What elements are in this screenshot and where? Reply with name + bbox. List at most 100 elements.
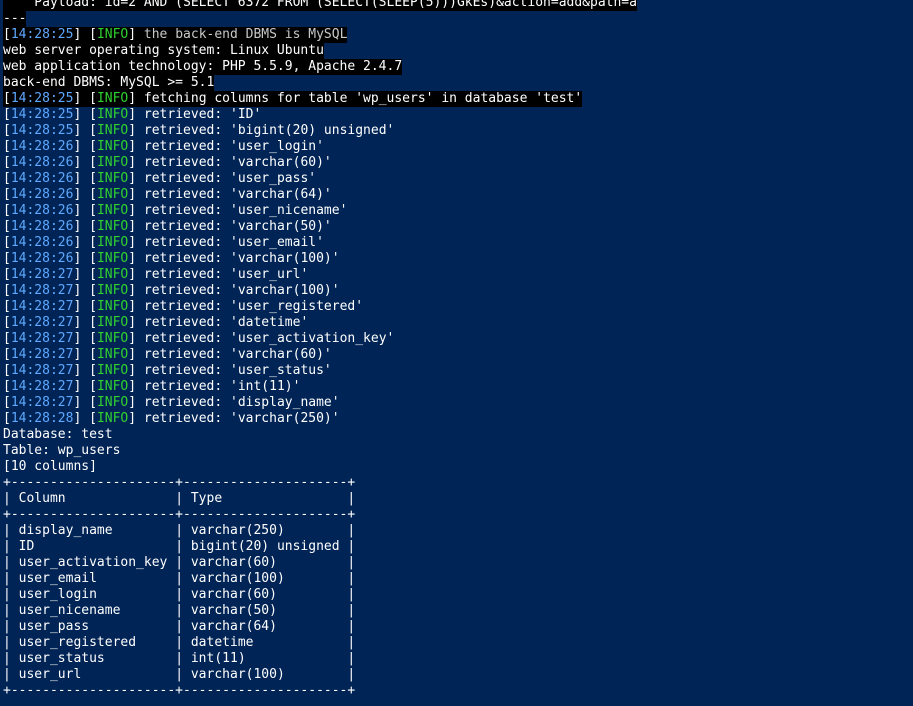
table-row: | ID | bigint(20) unsigned | — [3, 539, 355, 555]
column-cell: user_activation_key — [18, 555, 176, 570]
log-level: INFO — [96, 299, 129, 314]
cell-divider: | — [175, 555, 191, 570]
log-message: retrieved: 'varchar(50)' — [143, 219, 332, 234]
table-row: | user_status | int(11) | — [3, 651, 355, 667]
cell-divider: | — [347, 635, 356, 650]
info-text: back-end DBMS: MySQL >= 5.1 — [3, 75, 215, 90]
cell-divider: | — [175, 619, 191, 634]
bracket: ] [ — [73, 139, 97, 154]
log-timestamp: 14:28:25 — [10, 123, 74, 138]
cell-divider: | — [3, 555, 19, 570]
log-level: INFO — [96, 235, 129, 250]
log-timestamp: 14:28:27 — [10, 315, 74, 330]
type-cell: varchar(64) — [190, 619, 348, 634]
separator-line: --- — [3, 11, 27, 27]
log-timestamp: 14:28:27 — [10, 395, 74, 410]
cell-divider: | — [347, 603, 356, 618]
log-message: retrieved: 'varchar(100)' — [143, 251, 340, 266]
terminal-window[interactable]: Payload: id=2 AND (SELECT 6372 FROM (SEL… — [0, 0, 913, 706]
bracket: ] — [128, 331, 144, 346]
column-cell: Column — [18, 491, 176, 506]
log-timestamp: 14:28:26 — [10, 139, 74, 154]
log-level: INFO — [96, 395, 129, 410]
retrieved-log-line: [14:28:25] [INFO] retrieved: 'ID' — [3, 107, 261, 123]
log-message: retrieved: 'bigint(20) unsigned' — [143, 123, 395, 138]
bracket: [ — [3, 363, 11, 378]
log-message: retrieved: 'varchar(100)' — [143, 283, 340, 298]
cell-divider: | — [175, 571, 191, 586]
log-level: INFO — [96, 363, 129, 378]
header-info-line: web application technology: PHP 5.5.9, A… — [3, 59, 403, 75]
payload-line: Payload: id=2 AND (SELECT 6372 FROM (SEL… — [3, 0, 637, 11]
bracket: ] — [128, 219, 144, 234]
log-level: INFO — [96, 107, 129, 122]
bracket: [ — [3, 27, 11, 42]
log-timestamp: 14:28:27 — [10, 363, 74, 378]
cell-divider: | — [175, 523, 191, 538]
cell-divider: | — [175, 587, 191, 602]
table-row: | user_nicename | varchar(50) | — [3, 603, 355, 619]
log-message: retrieved: 'user_activation_key' — [143, 331, 395, 346]
bracket: [ — [3, 139, 11, 154]
bracket: [ — [3, 267, 11, 282]
log-timestamp: 14:28:25 — [10, 91, 74, 106]
type-cell: varchar(60) — [190, 555, 348, 570]
bracket: ] — [128, 171, 144, 186]
cell-divider: | — [3, 587, 19, 602]
retrieved-log-line: [14:28:27] [INFO] retrieved: 'datetime' — [3, 315, 308, 331]
cell-divider: | — [347, 491, 356, 506]
retrieved-log-line: [14:28:26] [INFO] retrieved: 'varchar(64… — [3, 187, 332, 203]
column-cell: user_login — [18, 587, 176, 602]
bracket: ] [ — [73, 187, 97, 202]
log-level: INFO — [96, 283, 129, 298]
bracket: ] [ — [73, 331, 97, 346]
column-cell: ID — [18, 539, 176, 554]
retrieved-log-line: [14:28:27] [INFO] retrieved: 'int(11)' — [3, 379, 300, 395]
column-cell: user_registered — [18, 635, 176, 650]
bracket: ] [ — [73, 347, 97, 362]
log-timestamp: 14:28:28 — [10, 411, 74, 426]
bracket: [ — [3, 219, 11, 234]
bracket: ] — [128, 315, 144, 330]
log-timestamp: 14:28:26 — [10, 171, 74, 186]
bracket: [ — [3, 395, 11, 410]
table-border: +---------------------+-----------------… — [3, 507, 355, 523]
log-level: INFO — [96, 139, 129, 154]
bracket: ] [ — [73, 123, 97, 138]
cell-divider: | — [175, 491, 191, 506]
retrieved-log-line: [14:28:27] [INFO] retrieved: 'user_regis… — [3, 299, 363, 315]
bracket: ] [ — [73, 203, 97, 218]
summary-table: Table: wp_users — [3, 443, 120, 459]
log-message: fetching columns for table 'wp_users' in… — [143, 91, 583, 106]
table-row: | user_activation_key | varchar(60) | — [3, 555, 355, 571]
retrieved-log-line: [14:28:27] [INFO] retrieved: 'varchar(10… — [3, 283, 340, 299]
type-cell: bigint(20) unsigned — [190, 539, 348, 554]
column-cell: display_name — [18, 523, 176, 538]
cell-divider: | — [347, 571, 356, 586]
log-message: retrieved: 'user_pass' — [143, 171, 317, 186]
bracket: ] — [128, 187, 144, 202]
bracket: [ — [3, 123, 11, 138]
cell-divider: | — [3, 571, 19, 586]
log-message: retrieved: 'varchar(60)' — [143, 347, 332, 362]
bracket: ] [ — [73, 379, 97, 394]
bracket: ] — [128, 155, 144, 170]
log-message: retrieved: 'user_login' — [143, 139, 324, 154]
retrieved-log-line: [14:28:27] [INFO] retrieved: 'user_statu… — [3, 363, 332, 379]
header-info-line: web server operating system: Linux Ubunt… — [3, 43, 324, 59]
log-timestamp: 14:28:27 — [10, 283, 74, 298]
retrieved-log-line: [14:28:25] [INFO] retrieved: 'bigint(20)… — [3, 123, 394, 139]
log-timestamp: 14:28:26 — [10, 203, 74, 218]
bracket: ] [ — [73, 235, 97, 250]
log-level: INFO — [96, 219, 129, 234]
retrieved-log-line: [14:28:28] [INFO] retrieved: 'varchar(25… — [3, 411, 340, 427]
table-row: | user_url | varchar(100) | — [3, 667, 355, 683]
bracket: ] — [128, 235, 144, 250]
header-info-line: back-end DBMS: MySQL >= 5.1 — [3, 75, 215, 91]
cell-divider: | — [347, 587, 356, 602]
separator-text: --- — [3, 11, 27, 26]
retrieved-log-line: [14:28:27] [INFO] retrieved: 'display_na… — [3, 395, 340, 411]
table-row: | user_login | varchar(60) | — [3, 587, 355, 603]
log-level: INFO — [96, 187, 129, 202]
bracket: [ — [3, 379, 11, 394]
